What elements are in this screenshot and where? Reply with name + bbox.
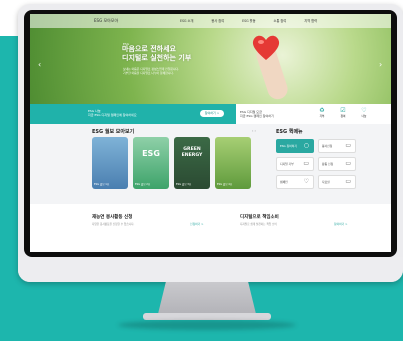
info-text: ESG 디지털 모금 지금 ESG 캠페인 참여하기 bbox=[240, 110, 274, 118]
menu-label: ESG 참여하기 bbox=[280, 144, 297, 148]
info-panel: ESG 디지털 모금 지금 ESG 캠페인 참여하기 ♻ 기부 ☑ 참여 ♡ 나눔 bbox=[236, 104, 391, 124]
website-screen: ESG 마음으로 전하세요 디지털로 실천하는 기부 보내는 마음은 디지털로 … bbox=[30, 14, 391, 252]
hero-prev-arrow-icon[interactable]: ‹ bbox=[38, 60, 41, 69]
quick-menu-item[interactable]: ESG 참여하기 ○ bbox=[276, 139, 314, 153]
esg-report-title: ESG 월보 모아보기 bbox=[92, 129, 135, 135]
quick-menu-title: ESG 퀵메뉴 bbox=[276, 129, 303, 135]
card-carousel-arrows[interactable]: ‹ › bbox=[252, 129, 256, 133]
heart-outline-icon: ♡ bbox=[361, 107, 367, 114]
bottom-section: 재능연 봉사활동 신청 다양한 봉사활동을 신청할 수 있습니다. 신청하기 >… bbox=[30, 204, 391, 252]
volunteer-link[interactable]: 신청하기 > bbox=[190, 222, 204, 226]
quick-menu-item[interactable]: 디지털 기부 ▭ bbox=[276, 157, 314, 171]
menu-label: 봉사신청 bbox=[322, 144, 333, 148]
menu-label: 자료실 bbox=[322, 180, 330, 184]
card-heading: GREEN ENERGY bbox=[181, 147, 203, 158]
monitor-stand-base bbox=[143, 313, 271, 320]
menu-label: 캠페인 bbox=[280, 180, 288, 184]
quick-menu-item[interactable]: 활동 신청 ▭ bbox=[318, 157, 356, 171]
card-caption: ESG 월보 4호 bbox=[217, 183, 233, 186]
heart-icon: ♡ bbox=[303, 178, 309, 185]
consumption-link[interactable]: 참여하기 > bbox=[334, 222, 348, 226]
report-card[interactable]: GREEN ENERGY ESG 월보 3호 bbox=[174, 137, 210, 189]
quick-menu-grid: ESG 참여하기 ○ 봉사신청 ▭ 디지털 기부 ▭ 활동 신청 ▭ 캠페인 ♡ 자료실 ▭ bbox=[276, 139, 356, 189]
quick-menu-item[interactable]: 봉사신청 ▭ bbox=[318, 139, 356, 153]
card-caption: ESG 월보 3호 bbox=[176, 183, 192, 186]
stand-shadow bbox=[118, 320, 296, 330]
search-icon: ○ bbox=[303, 142, 309, 149]
campaign-text: ESG 나눔 지금 ESG 디지털 캠페인에 참여하세요 bbox=[88, 109, 137, 117]
report-card[interactable]: ESG 월보 4호 bbox=[215, 137, 251, 189]
consumption-title: 디지털으로 책임소비 bbox=[240, 215, 279, 220]
info-shortcut-share[interactable]: ♡ 나눔 bbox=[358, 107, 370, 118]
consumption-subtitle: 디지털로 쉽게 실천하는 책임 소비 bbox=[240, 223, 277, 226]
nav-item[interactable]: ESG 소개 bbox=[180, 18, 193, 23]
nav-item[interactable]: 소통 참여 bbox=[274, 18, 287, 23]
info-shortcut-participate[interactable]: ☑ 참여 bbox=[337, 107, 349, 118]
monitor-frame: ESG 마음으로 전하세요 디지털로 실천하는 기부 보내는 마음은 디지털로 … bbox=[18, 4, 403, 282]
folder-icon: ▭ bbox=[345, 178, 351, 185]
nav-menu: ESG 소개 봉사 참여 ESG 활동 소통 참여 지역 협력 bbox=[180, 18, 317, 23]
campaign-button[interactable]: 참여하기 > bbox=[200, 110, 224, 117]
shortcut-label: 참여 bbox=[340, 115, 346, 118]
recycle-icon: ♻ bbox=[319, 107, 325, 114]
quick-menu-item[interactable]: 자료실 ▭ bbox=[318, 175, 356, 189]
shortcut-label: 기부 bbox=[319, 115, 325, 118]
volunteer-subtitle: 다양한 봉사활동을 신청할 수 있습니다. bbox=[92, 223, 135, 226]
nav-item[interactable]: 지역 협력 bbox=[304, 18, 317, 23]
esg-report-cards: ESG 월보 1호 ESG ESG 월보 2호 GREEN ENERGY ESG… bbox=[92, 137, 251, 189]
card-caption: ESG 월보 2호 bbox=[135, 183, 151, 186]
hero-next-arrow-icon[interactable]: › bbox=[379, 60, 382, 69]
monitor-stand-neck bbox=[158, 282, 256, 314]
red-heart-icon bbox=[252, 35, 280, 60]
monitor-icon: ▭ bbox=[303, 160, 309, 167]
card-caption: ESG 월보 1호 bbox=[94, 183, 110, 186]
report-card[interactable]: ESG 월보 1호 bbox=[92, 137, 128, 189]
quick-menu-item[interactable]: 캠페인 ♡ bbox=[276, 175, 314, 189]
monitor-chin bbox=[18, 257, 403, 282]
checkbox-icon: ☑ bbox=[340, 107, 346, 114]
menu-label: 디지털 기부 bbox=[280, 162, 294, 166]
menu-label: 활동 신청 bbox=[322, 162, 334, 166]
shortcut-label: 나눔 bbox=[361, 115, 367, 118]
card-heading: ESG bbox=[142, 149, 160, 158]
info-shortcut-donate[interactable]: ♻ 기부 bbox=[316, 107, 328, 118]
volunteer-title: 재능연 봉사활동 신청 bbox=[92, 215, 133, 220]
hero-description: 보내는 마음은 디지털로 정성스럽게 전달됩니다. 기부한 마음을 디지털로 나… bbox=[123, 67, 179, 75]
site-logo[interactable]: ESG 모아모아 bbox=[94, 18, 118, 24]
nav-item[interactable]: 봉사 참여 bbox=[211, 18, 224, 23]
top-navigation: ESG 모아모아 ESG 소개 봉사 참여 ESG 활동 소통 참여 지역 협력 bbox=[30, 14, 391, 28]
info-icons: ♻ 기부 ☑ 참여 ♡ 나눔 bbox=[316, 107, 370, 118]
hero-title: 마음으로 전하세요 디지털로 실천하는 기부 bbox=[122, 45, 192, 62]
form-icon: ▭ bbox=[345, 160, 351, 167]
nav-item[interactable]: ESG 활동 bbox=[242, 18, 255, 23]
document-icon: ▭ bbox=[345, 142, 351, 149]
report-card[interactable]: ESG ESG 월보 2호 bbox=[133, 137, 169, 189]
